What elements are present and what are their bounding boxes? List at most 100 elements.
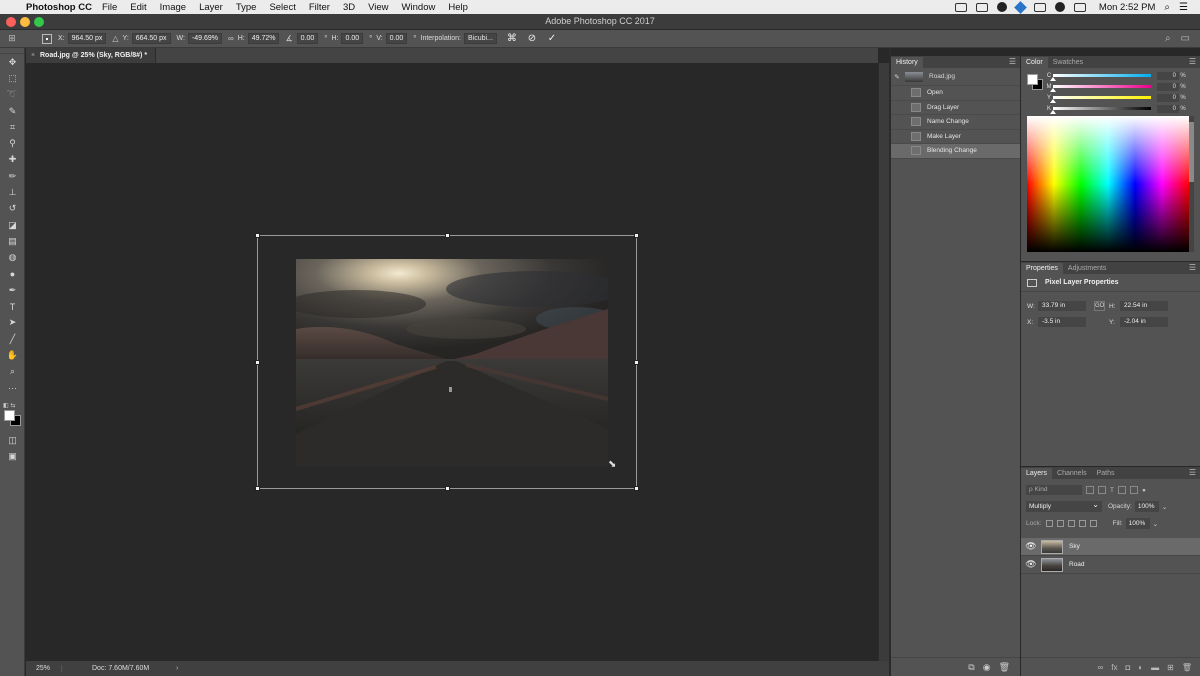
hand-tool-icon[interactable]: ✋ <box>0 347 25 363</box>
tab-color[interactable]: Color <box>1021 57 1048 68</box>
transform-handle-tl[interactable] <box>255 233 260 238</box>
fill-dropdown-icon[interactable]: ⌄ <box>1153 520 1158 528</box>
menu-image[interactable]: Image <box>160 2 186 13</box>
lock-artboard-icon[interactable] <box>1078 520 1086 527</box>
blur-tool-icon[interactable]: ◍ <box>0 250 25 266</box>
edit-toolbar-icon[interactable]: ··· <box>0 380 25 396</box>
layer-row-road[interactable]: 👁 Road <box>1021 556 1200 574</box>
eraser-tool-icon[interactable]: ◪ <box>0 217 25 233</box>
slider-thumb[interactable] <box>1050 88 1056 92</box>
layer-style-icon[interactable]: fx <box>1111 663 1117 672</box>
channel-value-field[interactable]: 0 <box>1157 82 1179 91</box>
transform-handle-br[interactable] <box>634 486 639 491</box>
layer-kind-filter[interactable]: ρ Kind <box>1026 485 1082 495</box>
new-layer-icon[interactable]: ⊞ <box>1167 663 1174 672</box>
color-panel-scrollbar[interactable] <box>1189 116 1194 252</box>
volume-icon[interactable] <box>1054 2 1065 12</box>
menu-type[interactable]: Type <box>236 2 257 13</box>
horizontal-skew-field[interactable]: 0.00 <box>341 33 364 44</box>
healing-brush-tool-icon[interactable]: ✚ <box>0 152 25 168</box>
vertical-scrollbar[interactable] <box>878 63 889 661</box>
color-spectrum-ramp[interactable] <box>1027 116 1189 252</box>
menu-file[interactable]: File <box>102 2 117 13</box>
color-panel-menu-icon[interactable]: ☰ <box>1189 57 1196 68</box>
move-tool-icon[interactable]: ✥ <box>0 54 25 70</box>
opacity-field[interactable]: 100% <box>1134 501 1159 512</box>
lock-position-icon[interactable] <box>1067 520 1075 527</box>
clone-stamp-tool-icon[interactable]: ⊥ <box>0 184 25 200</box>
channel-value-field[interactable]: 0 <box>1157 104 1179 113</box>
add-mask-icon[interactable]: ◘ <box>1125 663 1130 672</box>
channel-k-slider[interactable] <box>1050 107 1151 114</box>
notification-center-icon[interactable]: ☰ <box>1179 2 1188 13</box>
status-menu-arrow[interactable]: › <box>176 665 178 672</box>
history-item[interactable]: Open <box>891 86 1020 101</box>
y-position-field[interactable]: 664.50 px <box>131 33 171 44</box>
interpolation-select[interactable]: Bicubi... <box>463 33 497 44</box>
sync-icon[interactable] <box>996 2 1007 12</box>
slider-thumb[interactable] <box>1050 110 1056 114</box>
crop-tool-icon[interactable]: ⌗ <box>0 119 25 135</box>
line-tool-icon[interactable]: ╱ <box>0 331 25 347</box>
history-snapshot[interactable]: ✎ Road.jpg <box>891 68 1020 86</box>
menu-help[interactable]: Help <box>448 2 468 13</box>
x-position-field[interactable]: 964.50 px <box>67 33 107 44</box>
layer-row-sky[interactable]: 👁 Sky <box>1021 538 1200 556</box>
cancel-transform-icon[interactable]: ⊘ <box>525 33 539 44</box>
history-brush-tool-icon[interactable]: ↺ <box>0 201 25 217</box>
dodge-tool-icon[interactable]: ● <box>0 266 25 282</box>
foreground-color-swatch[interactable] <box>4 410 15 422</box>
snapshot-brush-icon[interactable]: ✎ <box>891 73 903 81</box>
tab-paths[interactable]: Paths <box>1092 470 1120 479</box>
opacity-dropdown-icon[interactable]: ⌄ <box>1162 503 1167 511</box>
default-colors-icon[interactable]: ◧ ⇆ <box>3 402 15 409</box>
filter-shape-icon[interactable] <box>1117 486 1126 494</box>
slider-thumb[interactable] <box>1050 77 1056 81</box>
history-item-active[interactable]: Blending Change <box>891 144 1020 159</box>
spotlight-search-icon[interactable]: ⌕ <box>1164 2 1170 13</box>
history-item[interactable]: Name Change <box>891 115 1020 130</box>
type-tool-icon[interactable]: T <box>0 298 25 314</box>
layer-name[interactable]: Sky <box>1069 543 1080 550</box>
brush-tool-icon[interactable]: ✏ <box>0 168 25 184</box>
filter-smart-object-icon[interactable] <box>1129 486 1138 494</box>
app-menu[interactable]: Photoshop CC <box>26 2 92 13</box>
menu-view[interactable]: View <box>368 2 388 13</box>
tab-channels[interactable]: Channels <box>1052 470 1092 479</box>
history-item[interactable]: Drag Layer <box>891 101 1020 115</box>
menu-layer[interactable]: Layer <box>199 2 223 13</box>
link-layers-icon[interactable]: ∞ <box>1098 663 1104 672</box>
relative-position-icon[interactable]: △ <box>112 34 118 43</box>
pen-tool-icon[interactable]: ✒ <box>0 282 25 298</box>
transform-handle-tr[interactable] <box>634 233 639 238</box>
adjustment-layer-icon[interactable]: ◐ <box>1138 663 1143 672</box>
prop-x-field[interactable]: -3.5 in <box>1038 317 1086 327</box>
layers-panel-menu-icon[interactable]: ☰ <box>1189 468 1196 479</box>
search-icon[interactable]: ⌕ <box>1165 33 1171 44</box>
transform-handle-ml[interactable] <box>255 360 260 365</box>
menu-select[interactable]: Select <box>269 2 295 13</box>
channel-c-slider[interactable] <box>1050 74 1151 81</box>
tab-swatches[interactable]: Swatches <box>1048 59 1088 68</box>
prop-y-field[interactable]: -2.04 in <box>1120 317 1168 327</box>
lasso-tool-icon[interactable]: ➰ <box>0 87 25 103</box>
fill-field[interactable]: 100% <box>1125 518 1150 529</box>
new-document-from-state-icon[interactable]: ⧉ <box>968 662 974 673</box>
tool-preset-icon[interactable]: ⊞ <box>0 33 24 44</box>
tab-history[interactable]: History <box>891 57 923 68</box>
lock-transparent-icon[interactable] <box>1045 520 1053 527</box>
quick-mask-icon[interactable]: ◫ <box>0 432 25 448</box>
link-dimensions-icon[interactable]: GO <box>1094 301 1105 311</box>
battery-icon[interactable] <box>1073 2 1086 12</box>
zoom-tool-icon[interactable]: ⌕ <box>0 364 25 380</box>
history-item[interactable]: Make Layer <box>891 130 1020 144</box>
marquee-tool-icon[interactable]: ⬚ <box>0 70 25 86</box>
lock-image-icon[interactable] <box>1056 520 1064 527</box>
width-percent-field[interactable]: -49.69% <box>187 33 223 44</box>
tab-properties[interactable]: Properties <box>1021 263 1063 274</box>
close-icon[interactable]: × <box>26 52 40 59</box>
prop-width-field[interactable]: 33.79 in <box>1038 301 1086 311</box>
filter-adjustment-icon[interactable] <box>1098 486 1106 494</box>
link-proportions-icon[interactable]: ∞ <box>228 34 234 43</box>
tab-layers[interactable]: Layers <box>1021 468 1053 479</box>
